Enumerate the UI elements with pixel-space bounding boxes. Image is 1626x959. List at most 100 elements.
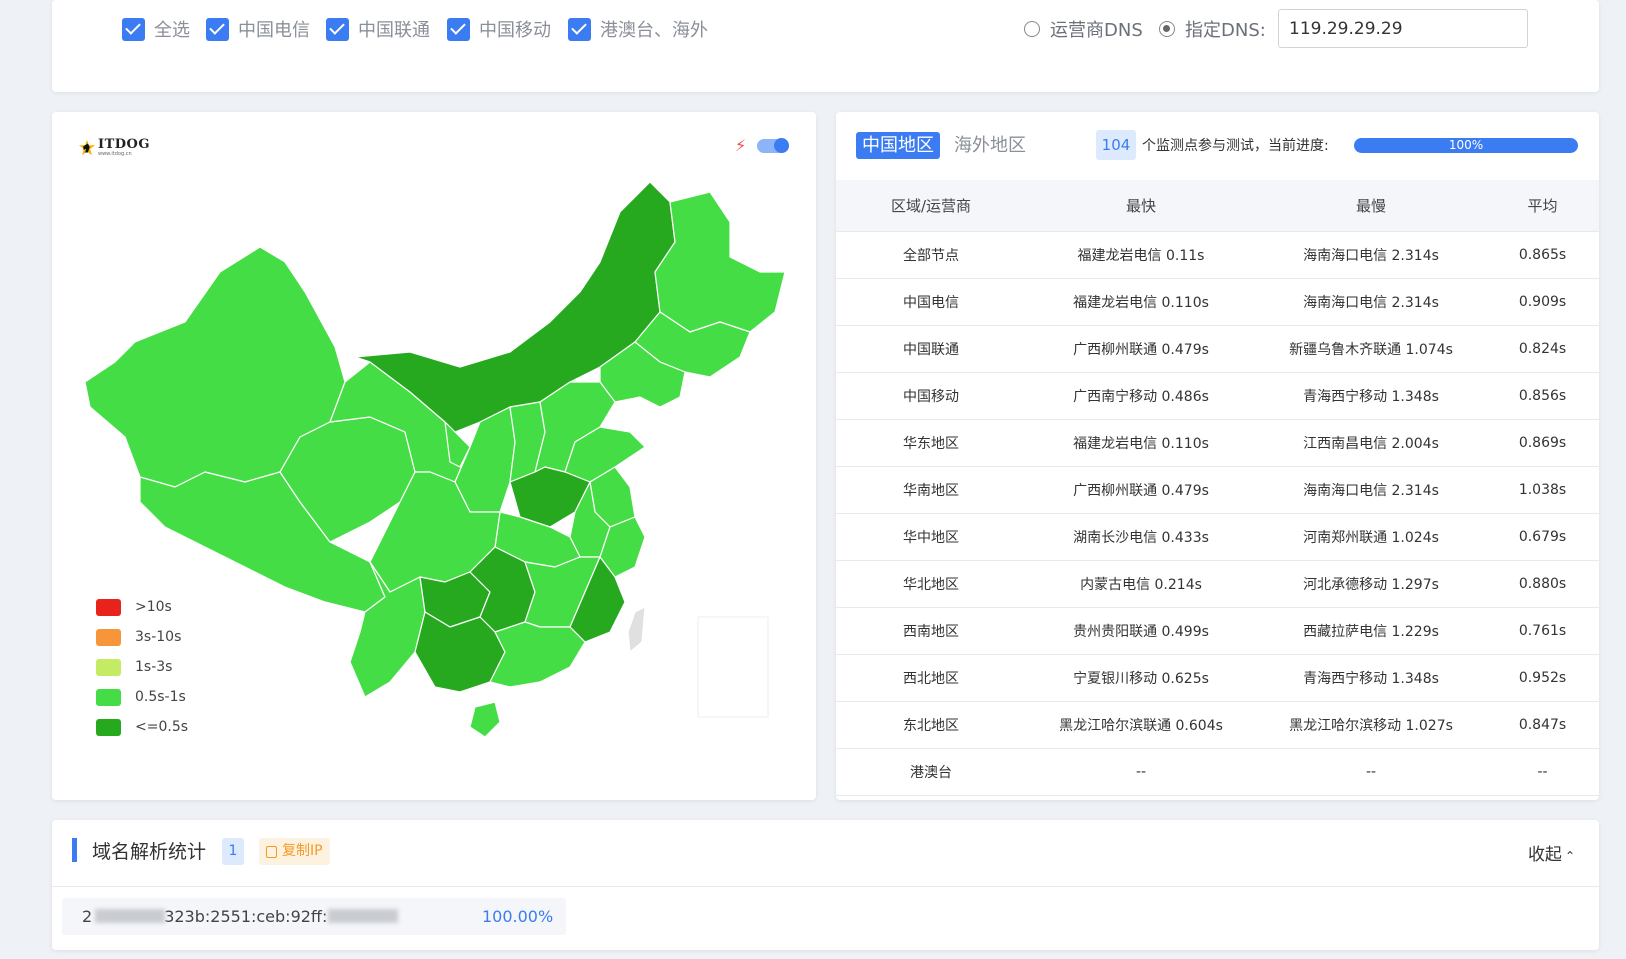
table-cell: -- bbox=[1026, 748, 1256, 796]
table-cell: 福建龙岩电信 0.11s bbox=[1026, 231, 1256, 279]
table-cell: 西北地区 bbox=[836, 654, 1026, 702]
table-cell: 华南地区 bbox=[836, 466, 1026, 514]
node-count-badge: 104 bbox=[1096, 130, 1136, 160]
region-taiwan[interactable] bbox=[627, 606, 646, 653]
checkbox-mobile[interactable]: 中国移动 bbox=[447, 16, 551, 42]
legend-swatch bbox=[96, 598, 121, 616]
tab-china[interactable]: 中国地区 bbox=[856, 132, 940, 159]
table-cell: 青海西宁移动 1.348s bbox=[1256, 372, 1486, 420]
radio-label: 运营商DNS bbox=[1050, 20, 1143, 41]
legend-label: >10s bbox=[135, 599, 172, 615]
table-cell: 新疆乌鲁木齐联通 1.074s bbox=[1256, 325, 1486, 373]
table-cell: 0.909s bbox=[1486, 278, 1599, 326]
table-cell: 内蒙古电信 0.214s bbox=[1026, 560, 1256, 608]
legend-label: <=0.5s bbox=[135, 719, 189, 735]
check-icon bbox=[122, 17, 145, 41]
radio-label: 指定DNS: bbox=[1185, 20, 1266, 41]
table-cell: 全部节点 bbox=[836, 231, 1026, 279]
lightning-icon: ⚡ bbox=[735, 136, 747, 155]
table-row: 中国联通 广西柳州联通 0.479s 新疆乌鲁木齐联通 1.074s 0.824s bbox=[836, 325, 1599, 373]
dns-input[interactable] bbox=[1278, 9, 1528, 48]
stats-card: 中国地区 海外地区 104 个监测点参与测试，当前进度: 100% 区域/运营商… bbox=[836, 112, 1599, 800]
legend-swatch bbox=[96, 718, 121, 736]
table-cell: 河南郑州联通 1.024s bbox=[1256, 513, 1486, 561]
checkbox-telecom[interactable]: 中国电信 bbox=[206, 16, 310, 42]
copy-ip-label: 复制IP bbox=[282, 843, 323, 859]
copy-ip-button[interactable]: 复制IP bbox=[259, 838, 330, 865]
checkbox-label: 全选 bbox=[154, 20, 190, 41]
progress-bar: 100% bbox=[1354, 138, 1578, 153]
ip-row[interactable]: 2 323b:2551:ceb:92ff: 100.00% bbox=[62, 898, 566, 935]
legend-label: 1s-3s bbox=[135, 659, 173, 675]
table-row: 西北地区 宁夏银川移动 0.625s 青海西宁移动 1.348s 0.952s bbox=[836, 654, 1599, 702]
table-cell: 中国移动 bbox=[836, 372, 1026, 420]
table-cell: 0.679s bbox=[1486, 513, 1599, 561]
table-row: 港澳台 -- -- -- bbox=[836, 748, 1599, 796]
table-cell: 华北地区 bbox=[836, 560, 1026, 608]
table-cell: 江西南昌电信 2.004s bbox=[1256, 419, 1486, 467]
table-cell: 0.869s bbox=[1486, 419, 1599, 467]
checkbox-all[interactable]: 全选 bbox=[122, 16, 190, 42]
table-cell: 海南海口电信 2.314s bbox=[1256, 466, 1486, 514]
region-hainan[interactable] bbox=[469, 701, 501, 738]
table-cell: 广西柳州联通 0.479s bbox=[1026, 466, 1256, 514]
table-cell: 西藏拉萨电信 1.229s bbox=[1256, 607, 1486, 655]
table-row: 中国移动 广西南宁移动 0.486s 青海西宁移动 1.348s 0.856s bbox=[836, 372, 1599, 420]
region-guangdong[interactable] bbox=[489, 621, 586, 688]
table-cell: 贵州贵阳联通 0.499s bbox=[1026, 607, 1256, 655]
checkbox-label: 港澳台、海外 bbox=[600, 20, 708, 41]
table-cell: 湖南长沙电信 0.433s bbox=[1026, 513, 1256, 561]
itdog-logo: ITDOG www.itdog.cn bbox=[78, 138, 150, 157]
table-cell: 福建龙岩电信 0.110s bbox=[1026, 419, 1256, 467]
logo-url: www.itdog.cn bbox=[98, 151, 132, 157]
section-accent-bar bbox=[72, 838, 77, 862]
section-title: 域名解析统计 bbox=[92, 841, 207, 863]
check-icon bbox=[326, 17, 349, 41]
table-cell: 广西柳州联通 0.479s bbox=[1026, 325, 1256, 373]
table-cell: 河北承德移动 1.297s bbox=[1256, 560, 1486, 608]
checkbox-overseas[interactable]: 港澳台、海外 bbox=[568, 16, 708, 42]
table-row: 华南地区 广西柳州联通 0.479s 海南海口电信 2.314s 1.038s bbox=[836, 466, 1599, 514]
legend-label: 3s-10s bbox=[135, 629, 182, 645]
table-cell: 中国电信 bbox=[836, 278, 1026, 326]
checkbox-unicom[interactable]: 中国联通 bbox=[326, 16, 430, 42]
table-row: 全部节点 福建龙岩电信 0.11s 海南海口电信 2.314s 0.865s bbox=[836, 231, 1599, 279]
collapse-label: 收起 bbox=[1527, 845, 1562, 865]
table-cell: 华东地区 bbox=[836, 419, 1026, 467]
radio-custom-dns[interactable]: 指定DNS: bbox=[1159, 16, 1266, 42]
table-row: 中国电信 福建龙岩电信 0.110s 海南海口电信 2.314s 0.909s bbox=[836, 278, 1599, 326]
map-toggle-switch[interactable] bbox=[757, 138, 789, 153]
tab-overseas[interactable]: 海外地区 bbox=[948, 132, 1032, 159]
legend-swatch bbox=[96, 628, 121, 646]
radio-icon bbox=[1024, 21, 1040, 37]
table-cell: -- bbox=[1486, 748, 1599, 796]
resolve-stats-card: 域名解析统计 1 复制IP 收起 ⌃ 2 323b:2551:ceb:92ff: 1… bbox=[52, 820, 1599, 950]
ip-prefix: 2 bbox=[82, 907, 93, 926]
checkbox-label: 中国联通 bbox=[358, 20, 430, 41]
copy-icon bbox=[266, 845, 277, 858]
legend-item: 3s-10s bbox=[96, 622, 188, 652]
table-cell: 0.880s bbox=[1486, 560, 1599, 608]
check-icon bbox=[206, 17, 229, 41]
checkbox-label: 中国电信 bbox=[238, 20, 310, 41]
region-heilongjiang[interactable] bbox=[654, 191, 786, 333]
legend-item: 1s-3s bbox=[96, 652, 188, 682]
table-row: 东北地区 黑龙江哈尔滨联通 0.604s 黑龙江哈尔滨移动 1.027s 0.847s bbox=[836, 701, 1599, 749]
logo-brand: ITDOG bbox=[98, 137, 150, 152]
ip-count-badge: 1 bbox=[222, 838, 244, 865]
table-cell: 1.038s bbox=[1486, 466, 1599, 514]
radio-isp-dns[interactable]: 运营商DNS bbox=[1024, 16, 1143, 42]
table-row: 华中地区 湖南长沙电信 0.433s 河南郑州联通 1.024s 0.679s bbox=[836, 513, 1599, 561]
redaction-blur bbox=[95, 909, 165, 923]
map-legend: >10s 3s-10s 1s-3s 0.5s-1s <=0.5s bbox=[96, 592, 188, 742]
table-cell: 0.856s bbox=[1486, 372, 1599, 420]
map-card: ITDOG www.itdog.cn ⚡ >10s 3s-10s 1s-3s 0… bbox=[52, 112, 816, 800]
dog-icon bbox=[78, 139, 96, 155]
collapse-button[interactable]: 收起 ⌃ bbox=[1528, 840, 1575, 865]
legend-item: >10s bbox=[96, 592, 188, 622]
table-cell: 0.847s bbox=[1486, 701, 1599, 749]
table-header-row: 区域/运营商 最快 最慢 平均 bbox=[836, 180, 1599, 232]
table-body: 全部节点 福建龙岩电信 0.11s 海南海口电信 2.314s 0.865s 中国电信福… bbox=[836, 231, 1599, 796]
legend-item: <=0.5s bbox=[96, 712, 188, 742]
ip-percent: 100.00% bbox=[482, 907, 554, 926]
